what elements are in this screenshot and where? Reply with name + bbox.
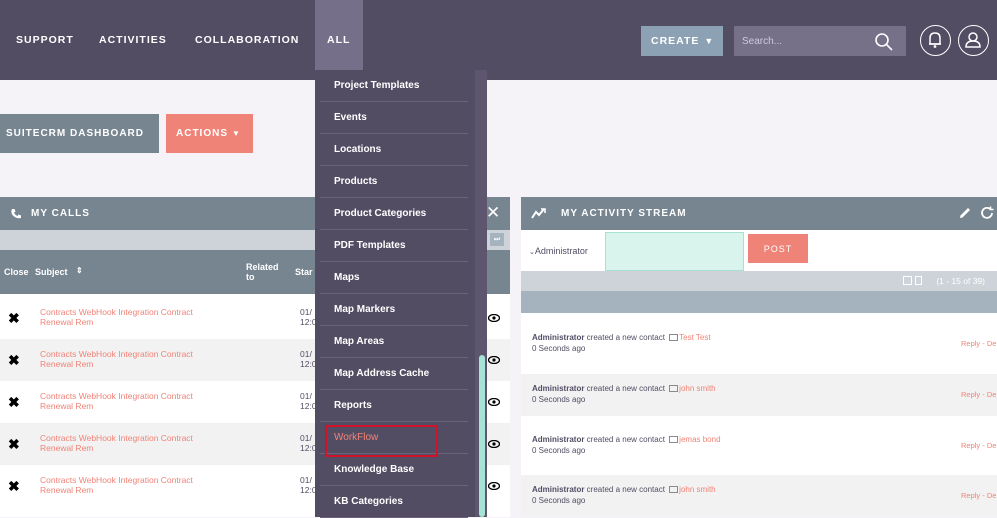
activity-stream-dashlet: MY ACTIVITY STREAM ⌄Administrator POST (… bbox=[521, 197, 997, 517]
user-menu-button[interactable] bbox=[958, 25, 989, 56]
post-button[interactable]: POST bbox=[748, 234, 808, 263]
notifications-button[interactable] bbox=[920, 25, 951, 56]
nav-support[interactable]: SUPPORT bbox=[16, 34, 74, 46]
create-label: CREATE bbox=[651, 35, 700, 47]
dashlet-header: MY ACTIVITY STREAM bbox=[521, 197, 997, 230]
caret-down-icon: ▼ bbox=[232, 129, 241, 138]
contact-card-icon bbox=[669, 436, 679, 443]
call-subject-link[interactable]: Contracts WebHook Integration Contract Re… bbox=[40, 349, 240, 369]
stream-user[interactable]: ⌄Administrator bbox=[529, 246, 588, 256]
activity-item: Administrator created a new contact jema… bbox=[521, 425, 997, 467]
activity-item: Administrator created a new contact Test… bbox=[521, 323, 997, 365]
refresh-icon[interactable] bbox=[980, 206, 994, 220]
activity-item: Administrator created a new contact john… bbox=[521, 374, 997, 416]
menu-item-project-templates[interactable]: Project Templates bbox=[320, 70, 468, 102]
col-subject[interactable]: Subject bbox=[35, 267, 68, 277]
menu-item-products[interactable]: Products bbox=[320, 166, 468, 198]
reply-delete-link[interactable]: Reply - De bbox=[961, 441, 996, 450]
user-icon bbox=[965, 32, 981, 48]
eye-icon[interactable] bbox=[488, 440, 500, 448]
all-modules-dropdown: Project Templates Events Locations Produ… bbox=[315, 70, 487, 518]
activity-text: Administrator created a new contact john… bbox=[532, 384, 716, 393]
menu-item-map-address-cache[interactable]: Map Address Cache bbox=[320, 358, 468, 390]
phone-icon bbox=[11, 209, 21, 219]
close-call-icon[interactable]: ✖ bbox=[8, 436, 20, 453]
reply-delete-link[interactable]: Reply - De bbox=[961, 339, 996, 348]
nav-all[interactable]: ALL bbox=[327, 34, 350, 46]
close-icon[interactable]: ✕ bbox=[486, 203, 500, 223]
contact-link[interactable]: john smith bbox=[679, 485, 715, 494]
contact-card-icon bbox=[669, 385, 679, 392]
close-call-icon[interactable]: ✖ bbox=[8, 478, 20, 495]
activity-text: Administrator created a new contact jema… bbox=[532, 435, 721, 444]
close-call-icon[interactable]: ✖ bbox=[8, 394, 20, 411]
menu-item-pdf-templates[interactable]: PDF Templates bbox=[320, 230, 468, 262]
stream-subheader bbox=[521, 291, 997, 313]
pencil-icon[interactable] bbox=[958, 206, 972, 220]
menu-item-map-markers[interactable]: Map Markers bbox=[320, 294, 468, 326]
activity-time: 0 Seconds ago bbox=[532, 344, 586, 353]
top-navbar: SUPPORT ACTIVITIES COLLABORATION ALL CRE… bbox=[0, 0, 997, 80]
close-call-icon[interactable]: ✖ bbox=[8, 310, 20, 327]
workflow-highlight-box bbox=[325, 425, 438, 457]
contact-card-icon bbox=[669, 334, 679, 341]
menu-item-kb-categories[interactable]: KB Categories bbox=[320, 486, 468, 518]
contact-card-icon bbox=[669, 486, 679, 493]
sort-icon[interactable]: ⇕ bbox=[76, 266, 83, 275]
menu-item-locations[interactable]: Locations bbox=[320, 134, 468, 166]
col-related[interactable]: Related to bbox=[246, 262, 286, 282]
create-button[interactable]: CREATE ▼ bbox=[641, 26, 723, 56]
menu-item-knowledge-base[interactable]: Knowledge Base bbox=[320, 454, 468, 486]
nav-collaboration[interactable]: COLLABORATION bbox=[195, 34, 299, 46]
menu-scrollbar[interactable] bbox=[479, 355, 485, 517]
dashboard-tab[interactable]: SUITECRM DASHBOARD bbox=[0, 114, 159, 153]
contact-link[interactable]: john smith bbox=[679, 384, 715, 393]
menu-item-map-areas[interactable]: Map Areas bbox=[320, 326, 468, 358]
activity-item: Administrator created a new contact john… bbox=[521, 475, 997, 517]
prev-page-icon[interactable] bbox=[915, 276, 922, 285]
contact-link[interactable]: jemas bond bbox=[679, 435, 720, 444]
menu-item-events[interactable]: Events bbox=[320, 102, 468, 134]
pager-count: (1 - 15 of 39) bbox=[936, 276, 985, 286]
close-call-icon[interactable]: ✖ bbox=[8, 352, 20, 369]
eye-icon[interactable] bbox=[488, 314, 500, 322]
actions-button[interactable]: ACTIONS ▼ bbox=[166, 114, 253, 153]
pagination-bar: (1 - 15 of 39) bbox=[521, 271, 997, 291]
activity-text: Administrator created a new contact Test… bbox=[532, 333, 711, 342]
search-icon[interactable] bbox=[874, 32, 894, 52]
bell-icon bbox=[929, 32, 941, 48]
search-box bbox=[734, 26, 906, 56]
eye-icon[interactable] bbox=[488, 482, 500, 490]
menu-item-maps[interactable]: Maps bbox=[320, 262, 468, 294]
first-page-icon[interactable] bbox=[903, 276, 912, 285]
col-close: Close bbox=[4, 267, 29, 277]
actions-label: ACTIONS bbox=[176, 128, 228, 139]
contact-link[interactable]: Test Test bbox=[679, 333, 710, 342]
activity-icon bbox=[531, 208, 546, 219]
last-page-icon[interactable]: ⏭ bbox=[490, 233, 504, 246]
eye-icon[interactable] bbox=[488, 398, 500, 406]
dashlet-title: MY ACTIVITY STREAM bbox=[561, 208, 687, 219]
call-subject-link[interactable]: Contracts WebHook Integration Contract Re… bbox=[40, 391, 240, 411]
call-subject-link[interactable]: Contracts WebHook Integration Contract Re… bbox=[40, 475, 240, 495]
eye-icon[interactable] bbox=[488, 356, 500, 364]
call-subject-link[interactable]: Contracts WebHook Integration Contract Re… bbox=[40, 307, 240, 327]
caret-down-icon: ▼ bbox=[704, 36, 715, 46]
post-input[interactable] bbox=[605, 232, 744, 271]
activity-text: Administrator created a new contact john… bbox=[532, 485, 716, 494]
call-subject-link[interactable]: Contracts WebHook Integration Contract Re… bbox=[40, 433, 240, 453]
activity-time: 0 Seconds ago bbox=[532, 446, 586, 455]
col-start[interactable]: Star bbox=[295, 267, 313, 277]
menu-item-product-categories[interactable]: Product Categories bbox=[320, 198, 468, 230]
dashlet-title: MY CALLS bbox=[31, 208, 90, 219]
reply-delete-link[interactable]: Reply - De bbox=[961, 491, 996, 500]
menu-item-reports[interactable]: Reports bbox=[320, 390, 468, 422]
activity-time: 0 Seconds ago bbox=[532, 395, 586, 404]
nav-activities[interactable]: ACTIVITIES bbox=[99, 34, 167, 46]
search-input[interactable] bbox=[734, 26, 869, 56]
reply-delete-link[interactable]: Reply - De bbox=[961, 390, 996, 399]
activity-time: 0 Seconds ago bbox=[532, 496, 586, 505]
